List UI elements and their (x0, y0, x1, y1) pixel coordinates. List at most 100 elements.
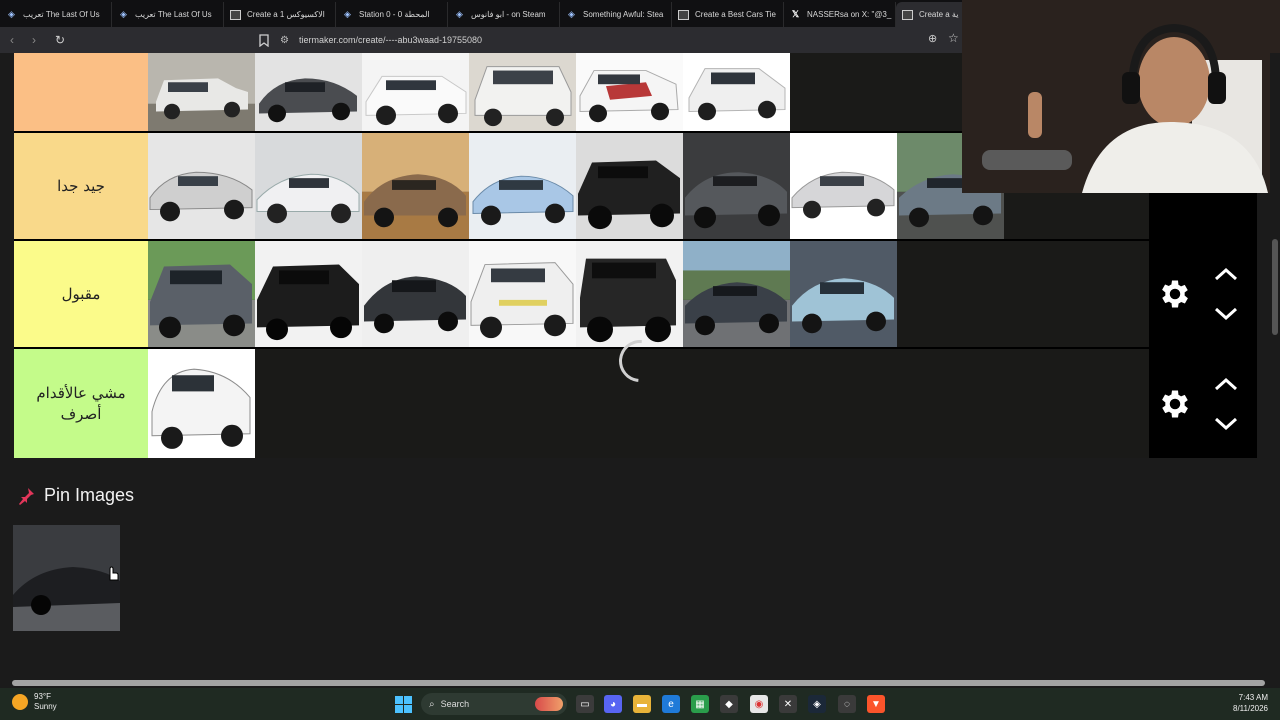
car-image[interactable] (683, 53, 790, 131)
site-info-icon[interactable]: ⚙ (280, 35, 289, 46)
car-image[interactable] (790, 241, 897, 347)
sun-icon (12, 694, 28, 710)
tier-items (148, 349, 1257, 458)
task-view-icon[interactable]: ▭ (576, 695, 594, 713)
steam-icon: ◈ (568, 9, 575, 19)
browser-tab[interactable]: 𝕏 NASSERsa on X: "@3_ (784, 2, 896, 27)
tier-label[interactable]: مقبول (14, 241, 148, 347)
gear-icon[interactable] (1157, 276, 1193, 312)
tier-items (148, 241, 1257, 347)
pin-images-heading: Pin Images (16, 485, 134, 506)
browser-tab[interactable]: ◈ تعريب The Last Of Us (0, 2, 112, 27)
browser-tab[interactable]: ◈ ابو فانوس - on Steam (448, 2, 560, 27)
clock-time: 7:43 AM (1238, 693, 1268, 702)
pin-images-title: Pin Images (44, 485, 135, 505)
tier-label[interactable] (14, 53, 148, 131)
car-image[interactable] (469, 53, 576, 131)
car-image[interactable] (148, 133, 255, 239)
tab-label: تعريب The Last Of Us (135, 10, 212, 19)
car-image[interactable] (362, 53, 469, 131)
steam-icon: ◈ (120, 9, 127, 19)
tiermaker-icon (902, 9, 913, 20)
edge-icon[interactable]: e (662, 695, 680, 713)
weather-widget[interactable]: 93°F Sunny (12, 692, 57, 712)
browser-tab[interactable]: ◈ Something Awful: Stea (560, 2, 672, 27)
address-bar[interactable]: ⚙ tiermaker.com/create/----abu3waad-1975… (280, 30, 960, 50)
brave-icon[interactable]: ▼ (867, 695, 885, 713)
tab-label: Something Awful: Stea (583, 10, 664, 19)
search-icon: ⌕ (429, 698, 435, 710)
car-image[interactable] (148, 53, 255, 131)
browser-tab[interactable]: Create a 1 الاكسيوكس (224, 2, 336, 27)
xbox-icon[interactable]: ✕ (779, 695, 797, 713)
browser-tab[interactable]: ◈ تعريب The Last Of Us (112, 2, 224, 27)
pushpin-icon (19, 487, 34, 505)
tab-label: Station 0 - 0 المحطة (359, 10, 430, 19)
car-image[interactable] (255, 241, 362, 347)
discord-icon[interactable]: ◕ (604, 695, 622, 713)
forward-arrow-icon[interactable]: › (24, 30, 44, 50)
vertical-scroll-thumb[interactable] (1272, 239, 1278, 335)
tab-label: NASSERsa on X: "@3_ (807, 10, 892, 19)
car-image[interactable] (362, 133, 469, 239)
steam-icon[interactable]: ◈ (808, 695, 826, 713)
taskbar-search[interactable]: ⌕ Search (421, 693, 567, 715)
app-icon[interactable]: ◌ (838, 695, 856, 713)
tier-controls (1149, 349, 1257, 458)
url-text: tiermaker.com/create/----abu3waad-197550… (298, 35, 483, 45)
car-image[interactable] (469, 133, 576, 239)
horizontal-scroll-thumb[interactable] (12, 680, 1265, 686)
chevron-down-icon[interactable] (1213, 416, 1239, 432)
back-arrow-icon[interactable]: ‹ (2, 30, 22, 50)
reload-icon[interactable]: ↻ (50, 30, 70, 50)
horizontal-scrollbar[interactable] (0, 678, 1280, 688)
car-image[interactable] (255, 53, 362, 131)
bookmark-icon[interactable] (257, 32, 271, 48)
car-image[interactable] (576, 241, 683, 347)
gear-icon[interactable] (1157, 386, 1193, 422)
tier-row: مقبول (14, 241, 1257, 349)
tier-label[interactable]: جيد جدا (14, 133, 148, 239)
tab-label: Create a Best Cars Tie (695, 10, 776, 19)
chevron-down-icon[interactable] (1213, 306, 1239, 322)
chevron-up-icon[interactable] (1213, 376, 1239, 392)
pinned-car-image[interactable] (13, 525, 120, 631)
car-image[interactable] (790, 133, 897, 239)
steam-icon: ◈ (8, 9, 15, 19)
zoom-icon[interactable]: ⊕ (928, 32, 937, 45)
file-explorer-icon[interactable]: ▬ (633, 695, 651, 713)
windows-taskbar: 93°F Sunny ⌕ Search ▭ ◕ ▬ e ▦ ◆ ◉ ✕ ◈ ◌ … (0, 688, 1280, 720)
weather-condition: Sunny (34, 702, 57, 711)
car-image[interactable] (148, 241, 255, 347)
tiermaker-icon (678, 9, 689, 20)
search-highlight-icon (535, 697, 563, 711)
car-image[interactable] (148, 349, 255, 458)
vertical-scrollbar[interactable] (1270, 53, 1280, 680)
temperature: 93°F (34, 692, 51, 701)
clock-date: 8/11/2026 (1233, 703, 1268, 713)
tab-label: ابو فانوس - on Steam (471, 10, 546, 19)
store-icon[interactable]: ▦ (691, 695, 709, 713)
hand-cursor-icon (109, 566, 119, 581)
car-image[interactable] (683, 133, 790, 239)
tier-label[interactable]: مشي عالأقدام أصرف (14, 349, 148, 458)
webcam-overlay (962, 0, 1280, 193)
tab-label: تعريب The Last Of Us (23, 10, 100, 19)
browser-tab[interactable]: Create a Best Cars Tie (672, 2, 784, 27)
system-clock[interactable]: 7:43 AM 8/11/2026 (1233, 693, 1268, 715)
car-image[interactable] (683, 241, 790, 347)
browser-tab[interactable]: ◈ Station 0 - 0 المحطة (336, 2, 448, 27)
app-icon[interactable]: ◆ (720, 695, 738, 713)
chrome-icon[interactable]: ◉ (750, 695, 768, 713)
star-icon[interactable]: ☆ (948, 31, 959, 45)
car-image[interactable] (469, 241, 576, 347)
car-image[interactable] (576, 133, 683, 239)
x-icon: 𝕏 (791, 9, 800, 19)
search-label: Search (440, 699, 470, 709)
car-image[interactable] (576, 53, 683, 131)
car-image[interactable] (255, 133, 362, 239)
car-image[interactable] (362, 241, 469, 347)
chevron-up-icon[interactable] (1213, 266, 1239, 282)
windows-start-icon[interactable] (395, 696, 412, 713)
tiermaker-icon (230, 9, 241, 20)
